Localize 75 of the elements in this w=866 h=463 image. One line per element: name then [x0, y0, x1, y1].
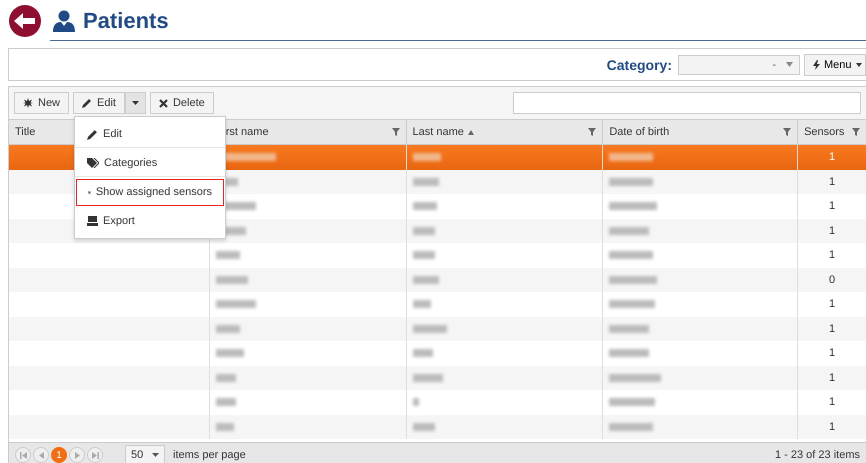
blurred-text: [216, 276, 248, 284]
menu-button[interactable]: Menu: [804, 54, 866, 76]
table-cell: 1: [797, 414, 866, 439]
pencil-icon: [87, 128, 98, 140]
dropdown-button[interactable]: [124, 92, 146, 114]
next-icon: [74, 452, 80, 458]
menu-item[interactable]: Categories: [75, 150, 225, 177]
filter-icon[interactable]: [392, 128, 400, 136]
caret-icon: [132, 101, 139, 105]
items-per-page-label: items per page: [173, 449, 246, 461]
blurred-text: [412, 202, 437, 210]
delete-button[interactable]: Delete: [150, 92, 214, 114]
search-field[interactable]: [513, 92, 861, 114]
blurred-text: [216, 324, 240, 333]
filter-icon[interactable]: [588, 128, 596, 136]
blurred-text: [609, 153, 654, 162]
blurred-text: [412, 300, 431, 308]
dropdown-arrow-icon: [786, 62, 793, 67]
blurred-text: [412, 226, 435, 235]
category-label: Category:: [606, 56, 672, 72]
blurred-text: [412, 178, 439, 186]
table-row[interactable]: 1: [9, 366, 866, 390]
lightning-icon: [813, 60, 820, 70]
menu-item[interactable]: Show assigned sensors: [76, 179, 224, 206]
blurred-text: [609, 251, 654, 260]
blurred-text: [216, 349, 244, 358]
blurred-text: [609, 374, 662, 382]
blurred-text: [609, 300, 656, 308]
tags-icon: [87, 158, 99, 168]
last-page-icon: [92, 452, 98, 458]
blurred-text: [216, 251, 240, 260]
blurred-text: [609, 349, 650, 358]
cross-icon: [158, 98, 168, 108]
blurred-text: [412, 374, 443, 382]
blurred-text: [412, 398, 419, 406]
pager-summary: 1 - 23 of 23 items: [775, 449, 860, 461]
edit-button[interactable]: Edit: [73, 92, 125, 114]
page-size-select[interactable]: 50: [125, 445, 165, 463]
table-row[interactable]: 0: [9, 268, 866, 292]
column-header[interactable]: Sensors: [797, 120, 866, 144]
column-header[interactable]: Date of birth: [602, 120, 798, 144]
caret-icon: [856, 62, 862, 66]
blurred-text: [609, 422, 654, 431]
tray-icon: [87, 216, 98, 226]
burst-icon: [23, 98, 33, 108]
blurred-text: [216, 398, 236, 406]
category-select[interactable]: -: [678, 54, 800, 74]
table-row[interactable]: 1: [9, 414, 866, 439]
first-page-icon: [20, 452, 26, 458]
table-row[interactable]: 1: [9, 316, 866, 341]
pencil-icon: [82, 98, 92, 108]
blurred-text: [609, 202, 658, 210]
filter-icon[interactable]: [783, 128, 792, 136]
column-header[interactable]: Last name: [406, 120, 602, 144]
blurred-text: [412, 349, 433, 358]
user-icon: [53, 10, 75, 32]
blurred-text: [412, 324, 447, 333]
page-title: Patients: [83, 8, 169, 34]
blurred-text: [412, 153, 441, 162]
blurred-text: [216, 374, 236, 382]
filter-icon[interactable]: [852, 128, 860, 136]
blurred-text: [412, 276, 439, 284]
blurred-text: [412, 251, 435, 260]
previous-icon: [38, 452, 44, 458]
blurred-text: [609, 276, 658, 284]
blurred-text: [609, 398, 656, 406]
new-button[interactable]: New: [14, 92, 70, 114]
caret-icon: [152, 453, 159, 457]
blurred-text: [216, 422, 234, 431]
menu-item[interactable]: Edit: [75, 121, 225, 148]
blurred-text: [412, 422, 435, 431]
blurred-text: [609, 226, 650, 235]
blurred-text: [609, 324, 650, 333]
blurred-text: [216, 300, 256, 308]
blurred-text: [609, 178, 654, 186]
